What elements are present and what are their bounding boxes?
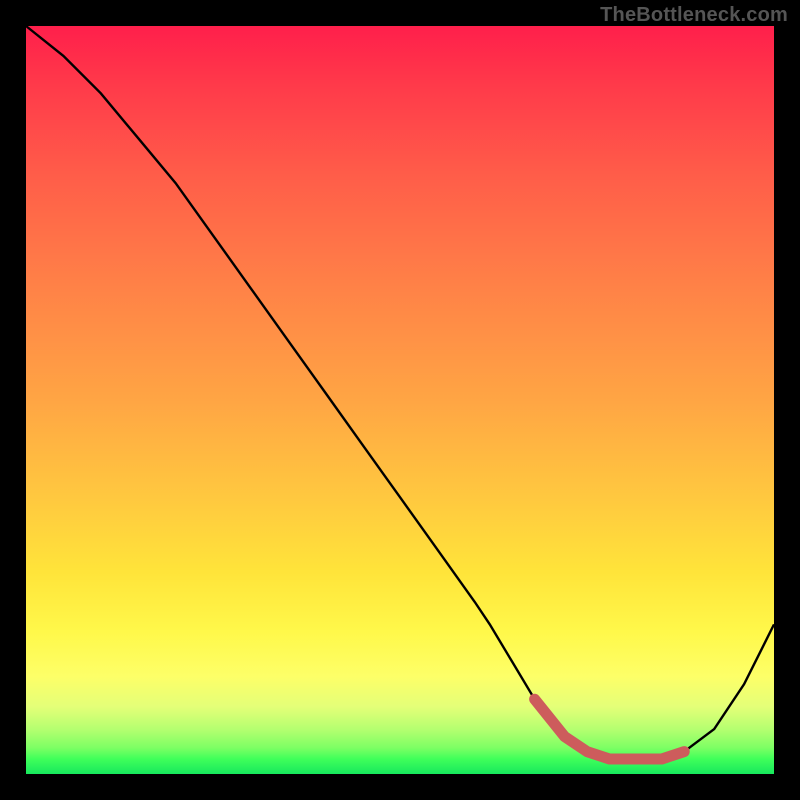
- chart-frame: TheBottleneck.com: [0, 0, 800, 800]
- chart-svg: [26, 26, 774, 774]
- bottleneck-marker: [535, 699, 685, 759]
- bottleneck-curve: [26, 26, 774, 759]
- chart-plot-area: [26, 26, 774, 774]
- watermark-text: TheBottleneck.com: [600, 4, 788, 27]
